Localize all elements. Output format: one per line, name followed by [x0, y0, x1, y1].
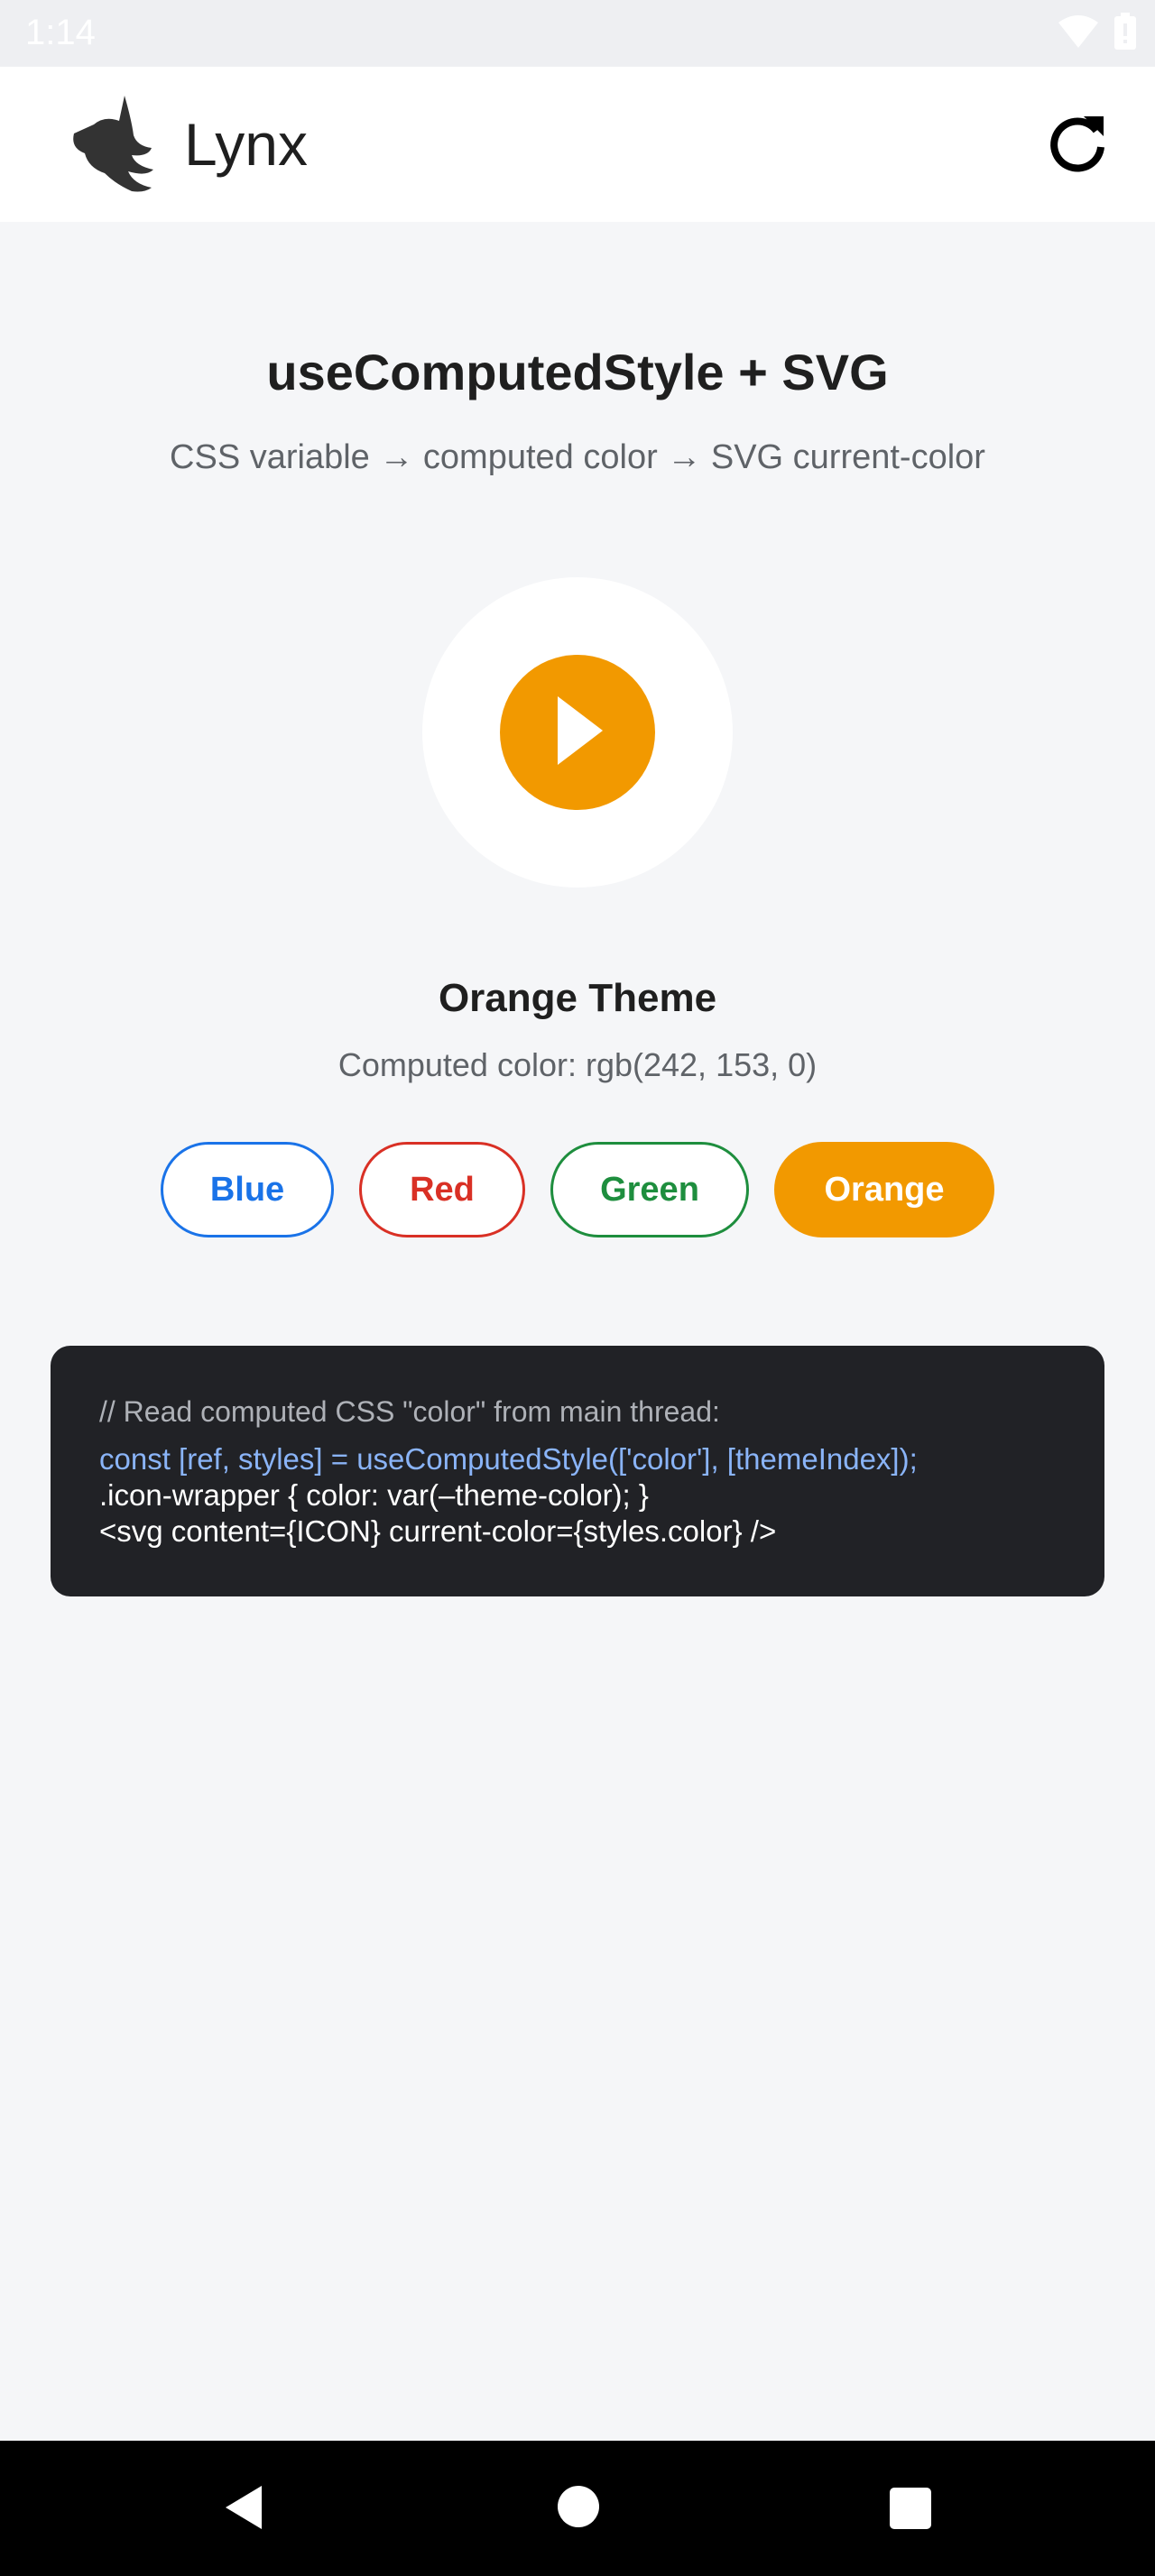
computed-color-readout: Computed color: rgb(242, 153, 0) [337, 1046, 818, 1083]
wifi-icon [1058, 14, 1099, 54]
theme-button-red[interactable]: Red [359, 1142, 525, 1237]
code-line: const [ref, styles] = useComputedStyle([… [99, 1442, 918, 1476]
status-icons [1058, 13, 1137, 55]
theme-button-orange[interactable]: Orange [774, 1142, 994, 1237]
battery-icon [1113, 13, 1137, 55]
recents-icon[interactable] [890, 2488, 931, 2529]
navigation-bar [0, 2441, 1155, 2576]
play-button[interactable] [500, 655, 655, 810]
theme-name: Orange Theme [438, 976, 717, 1020]
refresh-icon [1046, 111, 1109, 179]
status-bar: 1:14 [0, 0, 1155, 67]
status-time: 1:14 [25, 13, 96, 52]
home-icon[interactable] [558, 2486, 599, 2527]
code-line: <svg content={ICON} current-color={style… [99, 1514, 777, 1548]
app-title: Lynx [184, 111, 308, 178]
back-icon[interactable] [220, 2482, 271, 2533]
refresh-button[interactable] [1041, 108, 1113, 180]
play-icon [550, 695, 605, 769]
theme-button-blue[interactable]: Blue [161, 1142, 334, 1237]
code-line: .icon-wrapper { color: var(–theme-color)… [99, 1478, 649, 1512]
theme-button-green[interactable]: Green [550, 1142, 749, 1237]
code-comment: // Read computed CSS "color" from main t… [99, 1395, 720, 1428]
app-bar: Lynx [0, 67, 1155, 222]
code-block: // Read computed CSS "color" from main t… [51, 1346, 1104, 1596]
page-subtitle: CSS variable → computed color → SVG curr… [170, 438, 985, 476]
page-title: useComputedStyle + SVG [266, 344, 889, 400]
lynx-logo-icon [69, 94, 155, 195]
